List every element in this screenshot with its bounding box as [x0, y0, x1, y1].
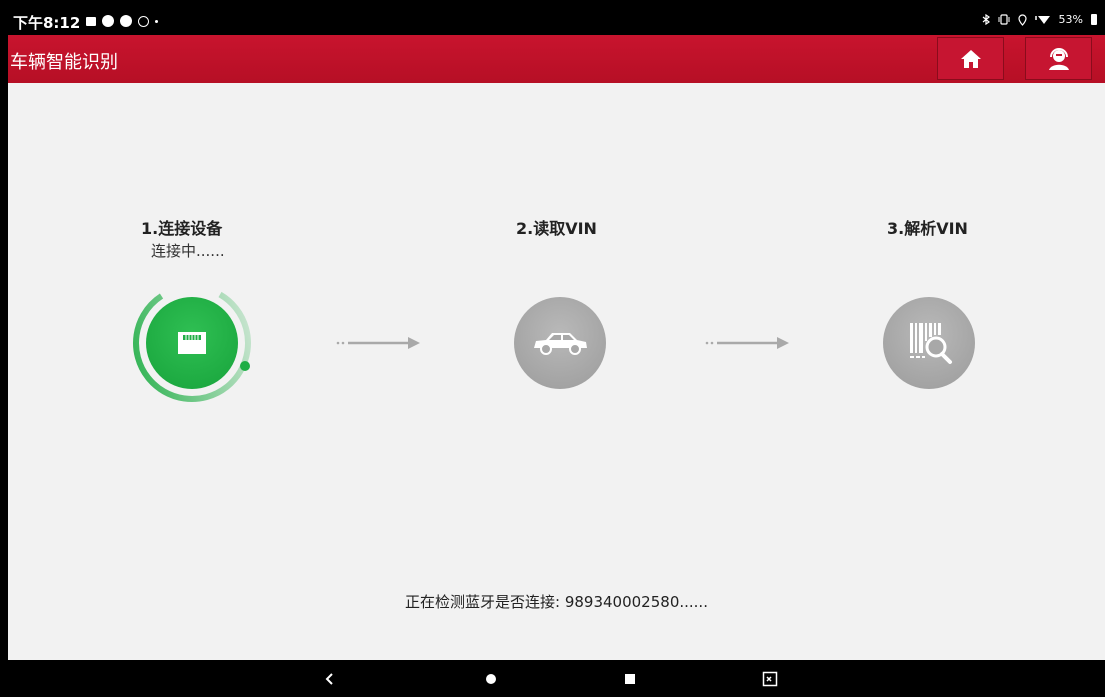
- step-1-label: 1.连接设备: [141, 219, 223, 238]
- nav-back-button[interactable]: [305, 660, 355, 697]
- screen: 下午8:12 53% 车辆智能识别 1.连接设备 连接中...... 2.读取V…: [8, 8, 1105, 697]
- circle-icon: [102, 15, 114, 27]
- home-button[interactable]: [937, 37, 1004, 80]
- dot-icon: [155, 19, 158, 23]
- step-2-label: 2.读取VIN: [516, 219, 597, 238]
- battery-percent: 53%: [1058, 13, 1083, 26]
- status-system-icons: 53%: [982, 13, 1097, 26]
- back-icon: [325, 672, 333, 685]
- step-2-read-vin: [514, 297, 606, 389]
- nav-screenshot-button[interactable]: [745, 660, 795, 697]
- arrow-right-icon: [336, 337, 420, 349]
- image-icon: [86, 16, 96, 26]
- nav-recents-button[interactable]: [605, 660, 655, 697]
- step-3-parse-vin: [883, 297, 975, 389]
- vibrate-icon: [998, 14, 1010, 25]
- arrow-right-icon: [705, 337, 789, 349]
- system-nav-bar: [8, 660, 1105, 697]
- accessibility-icon: [138, 15, 149, 27]
- obd-connector-icon: [178, 332, 206, 354]
- status-bar: 下午8:12 53%: [8, 8, 1105, 35]
- step-1-status: 连接中......: [151, 242, 225, 260]
- progress-message: 正在检测蓝牙是否连接: 989340002580......: [405, 593, 708, 611]
- status-time: 下午8:12: [13, 14, 81, 32]
- app-header: 车辆智能识别: [8, 35, 1105, 83]
- recents-icon: [625, 673, 635, 684]
- step-3-label: 3.解析VIN: [887, 219, 968, 238]
- car-icon: [534, 333, 587, 355]
- battery-icon: [1091, 14, 1097, 25]
- support-agent-icon: [1048, 47, 1069, 70]
- bluetooth-icon: [982, 14, 990, 25]
- step-1-connect-device: [146, 297, 238, 389]
- circle-icon: [120, 15, 132, 27]
- page-title: 车辆智能识别: [10, 52, 118, 73]
- home-dot-icon: [486, 673, 496, 684]
- nav-home-button[interactable]: [466, 660, 516, 697]
- wifi-icon: [1034, 16, 1050, 24]
- barcode-search-icon: [910, 323, 952, 364]
- home-icon: [960, 49, 981, 68]
- location-icon: [1017, 13, 1027, 26]
- support-button[interactable]: [1025, 37, 1092, 80]
- screenshot-icon: [762, 671, 778, 686]
- status-notification-icons: [86, 15, 158, 27]
